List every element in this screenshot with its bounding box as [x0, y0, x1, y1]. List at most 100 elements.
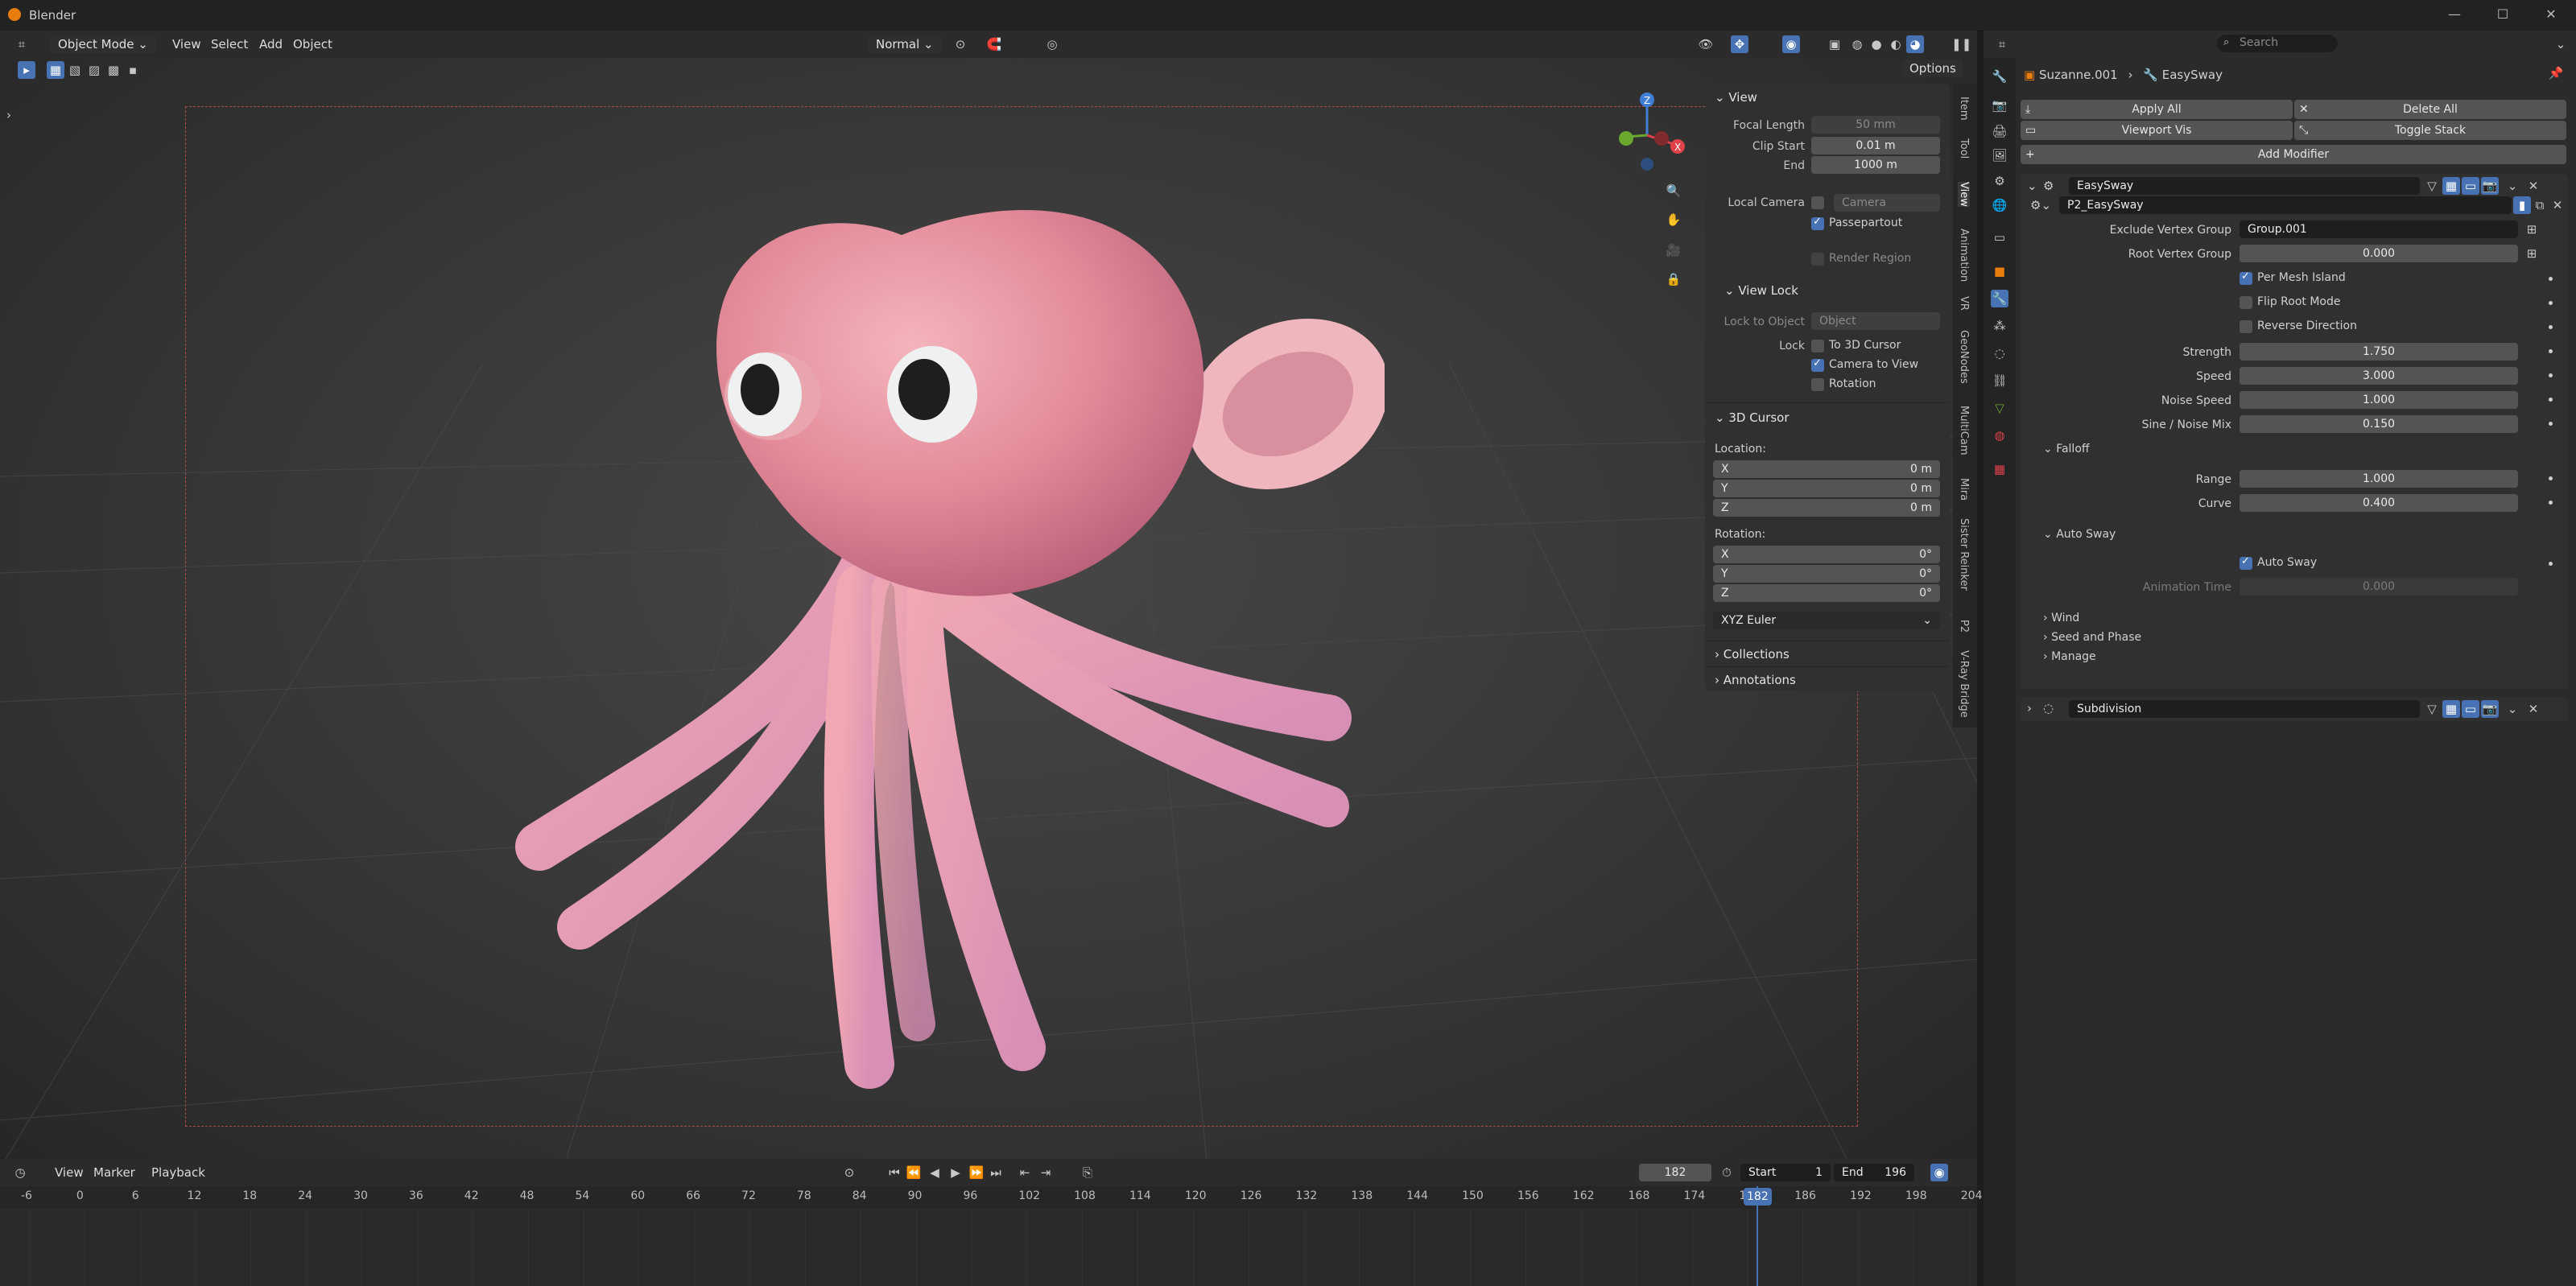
cursor-rot-y[interactable]: Y 0° — [1713, 565, 1940, 583]
curve-field[interactable]: 0.400 — [2240, 494, 2518, 512]
visibility-icon[interactable]: 👁 — [1697, 35, 1715, 53]
orientation-dropdown[interactable]: Normal ⌄ — [868, 35, 942, 53]
speed-field[interactable]: 3.000 — [2240, 367, 2518, 385]
exclude-vg-field[interactable]: Group.001 — [2240, 221, 2518, 238]
pause-render-icon[interactable]: ❚❚ — [1951, 35, 1971, 53]
node-tree-icon[interactable]: ⚙⌄ — [2030, 198, 2051, 212]
tab-item[interactable]: Item — [1958, 97, 1970, 121]
annotations-header[interactable]: › Annotations — [1715, 673, 1796, 687]
end-frame-field[interactable]: End 196 — [1834, 1164, 1914, 1181]
viewport-display-icon-2[interactable]: ▭ — [2462, 700, 2479, 718]
duplicate-icon[interactable]: ⧉ — [2531, 196, 2549, 214]
expand-chevron-icon[interactable]: › — [2027, 701, 2032, 715]
shading-wireframe-icon[interactable]: ◍ — [1848, 35, 1866, 53]
modifier-name-field[interactable]: EasySway — [2069, 177, 2420, 195]
editmode-display-icon-2[interactable]: ▦ — [2442, 700, 2460, 718]
zoom-icon[interactable]: 🔍 — [1665, 182, 1682, 200]
keyframe-dot[interactable] — [2549, 398, 2553, 402]
physics-tab-icon[interactable]: ◌ — [1991, 344, 2008, 362]
tab-view[interactable]: View — [1958, 182, 1970, 207]
keyframe-dot[interactable] — [2549, 476, 2553, 480]
tab-vr[interactable]: VR — [1958, 296, 1970, 311]
texture-tab-icon[interactable]: ▦ — [1991, 460, 2008, 478]
timeline-view-icon[interactable]: ◉ — [1930, 1164, 1948, 1181]
xray-icon[interactable]: ▣ — [1826, 35, 1843, 53]
navigation-gizmo[interactable]: Z X — [1602, 87, 1699, 175]
reverse-direction-checkbox[interactable] — [2240, 320, 2252, 333]
render-display-icon[interactable]: 📷 — [2481, 177, 2499, 195]
focal-length-field[interactable]: 50 mm — [1811, 116, 1940, 134]
pivot-icon[interactable]: ⊙ — [952, 35, 969, 53]
animation-time-field[interactable]: 0.000 — [2240, 578, 2518, 596]
shading-material-icon[interactable]: ◐ — [1887, 35, 1905, 53]
modifier-menu-icon-2[interactable]: ⌄ — [2504, 700, 2521, 718]
tab-animation[interactable]: Animation — [1958, 229, 1970, 282]
manage-header[interactable]: › Manage — [2043, 650, 2096, 663]
record-icon[interactable]: ⊙ — [840, 1164, 858, 1181]
object-tab-icon[interactable]: ■ — [1991, 262, 2008, 280]
edit-mode-icon-2[interactable]: ▽ — [2423, 700, 2441, 718]
timeline-area[interactable]: -6 0 6 12 18 24 30 36 42 48 54 60 66 72 78 84 90 96 102 108… — [0, 1186, 1982, 1286]
view-lock-header[interactable]: ⌄ View Lock — [1724, 283, 1798, 298]
modifier-menu-icon[interactable]: ⌄ — [2504, 177, 2521, 195]
properties-editor-icon[interactable]: ⌗ — [1993, 35, 2011, 53]
snap-icon[interactable]: 🧲 — [985, 35, 1003, 53]
mode-dropdown[interactable]: Object Mode ⌄ — [50, 35, 156, 53]
range-field[interactable]: 1.000 — [2240, 470, 2518, 488]
view-panel-header[interactable]: ⌄ View — [1715, 90, 1757, 105]
keyframe-dot[interactable] — [2549, 349, 2553, 353]
keyframe-dot[interactable] — [2549, 373, 2553, 377]
jump-end-icon[interactable]: ⏭ — [987, 1164, 1005, 1181]
proportional-edit-icon[interactable]: ◎ — [1043, 35, 1061, 53]
root-vg-field[interactable]: 0.000 — [2240, 245, 2518, 262]
unlink-icon[interactable]: ✕ — [2549, 196, 2566, 214]
sine-noise-field[interactable]: 0.150 — [2240, 415, 2518, 433]
tab-p2[interactable]: P2 — [1958, 620, 1970, 633]
collections-header[interactable]: › Collections — [1715, 647, 1790, 662]
keyframe-dot[interactable] — [2549, 562, 2553, 566]
camera-field[interactable]: Camera — [1834, 194, 1940, 212]
view-layer-tab-icon[interactable]: 🖼 — [1991, 146, 2008, 164]
menu-object[interactable]: Object — [287, 35, 339, 53]
menu-view[interactable]: View — [166, 35, 208, 53]
cursor-rot-z[interactable]: Z 0° — [1713, 584, 1940, 602]
subdivision-name-field[interactable]: Subdivision — [2069, 700, 2420, 718]
viewport-display-icon[interactable]: ▭ — [2462, 177, 2479, 195]
play-icon[interactable]: ▶ — [947, 1164, 964, 1181]
gizmo-toggle-icon[interactable]: ✥ — [1731, 35, 1748, 53]
data-tab-icon[interactable]: ▽ — [1991, 399, 2008, 417]
apply-all-button[interactable]: ⤓ Apply All — [2021, 100, 2293, 119]
falloff-header[interactable]: ⌄ Falloff — [2043, 443, 2090, 455]
stopwatch-icon[interactable]: ⏱ — [1718, 1164, 1736, 1181]
lock-icon[interactable]: 🔒 — [1665, 270, 1682, 288]
next-keyframe-icon[interactable]: ⇥ — [1037, 1164, 1055, 1181]
camera-to-view-checkbox[interactable] — [1811, 357, 1824, 372]
local-camera-checkbox[interactable] — [1811, 196, 1824, 209]
tab-tool[interactable]: Tool — [1958, 138, 1970, 159]
start-frame-field[interactable]: Start 1 — [1740, 1164, 1831, 1181]
constraints-tab-icon[interactable]: ⛓ — [1991, 372, 2008, 390]
fake-user-icon[interactable]: ▮ — [2513, 196, 2531, 214]
3d-cursor-header[interactable]: ⌄ 3D Cursor — [1715, 410, 1790, 425]
tab-geonodes[interactable]: GeoNodes — [1958, 330, 1970, 384]
strength-field[interactable]: 1.750 — [2240, 343, 2518, 361]
prev-keyframe-icon[interactable]: ⇤ — [1016, 1164, 1034, 1181]
close-icon[interactable]: ✕ — [2539, 6, 2563, 24]
keyframe-dot[interactable] — [2549, 422, 2553, 426]
modifier-tab-icon[interactable]: 🔧 — [1991, 290, 2008, 307]
node-group-field[interactable]: P2_EasySway — [2059, 196, 2512, 214]
collapse-chevron-icon[interactable]: ⌄ — [2027, 179, 2037, 193]
wind-header[interactable]: › Wind — [2043, 612, 2079, 624]
menu-select[interactable]: Select — [204, 35, 254, 53]
options-button[interactable]: Options — [1903, 60, 1963, 77]
passepartout-checkbox[interactable] — [1811, 216, 1824, 230]
keyframe-dot[interactable] — [2549, 277, 2553, 281]
render-tab-icon[interactable]: 📷 — [1991, 97, 2008, 114]
rotation-lock-checkbox[interactable] — [1811, 378, 1824, 391]
timeline-editor-icon[interactable]: ◷ — [11, 1164, 29, 1181]
seed-header[interactable]: › Seed and Phase — [2043, 631, 2141, 644]
material-tab-icon[interactable]: ◍ — [1991, 427, 2008, 444]
modifier-close-icon-2[interactable]: ✕ — [2524, 700, 2542, 718]
tab-sister-reinker[interactable]: Sister Reinker — [1958, 518, 1970, 591]
clip-end-field[interactable]: 1000 m — [1811, 156, 1940, 174]
